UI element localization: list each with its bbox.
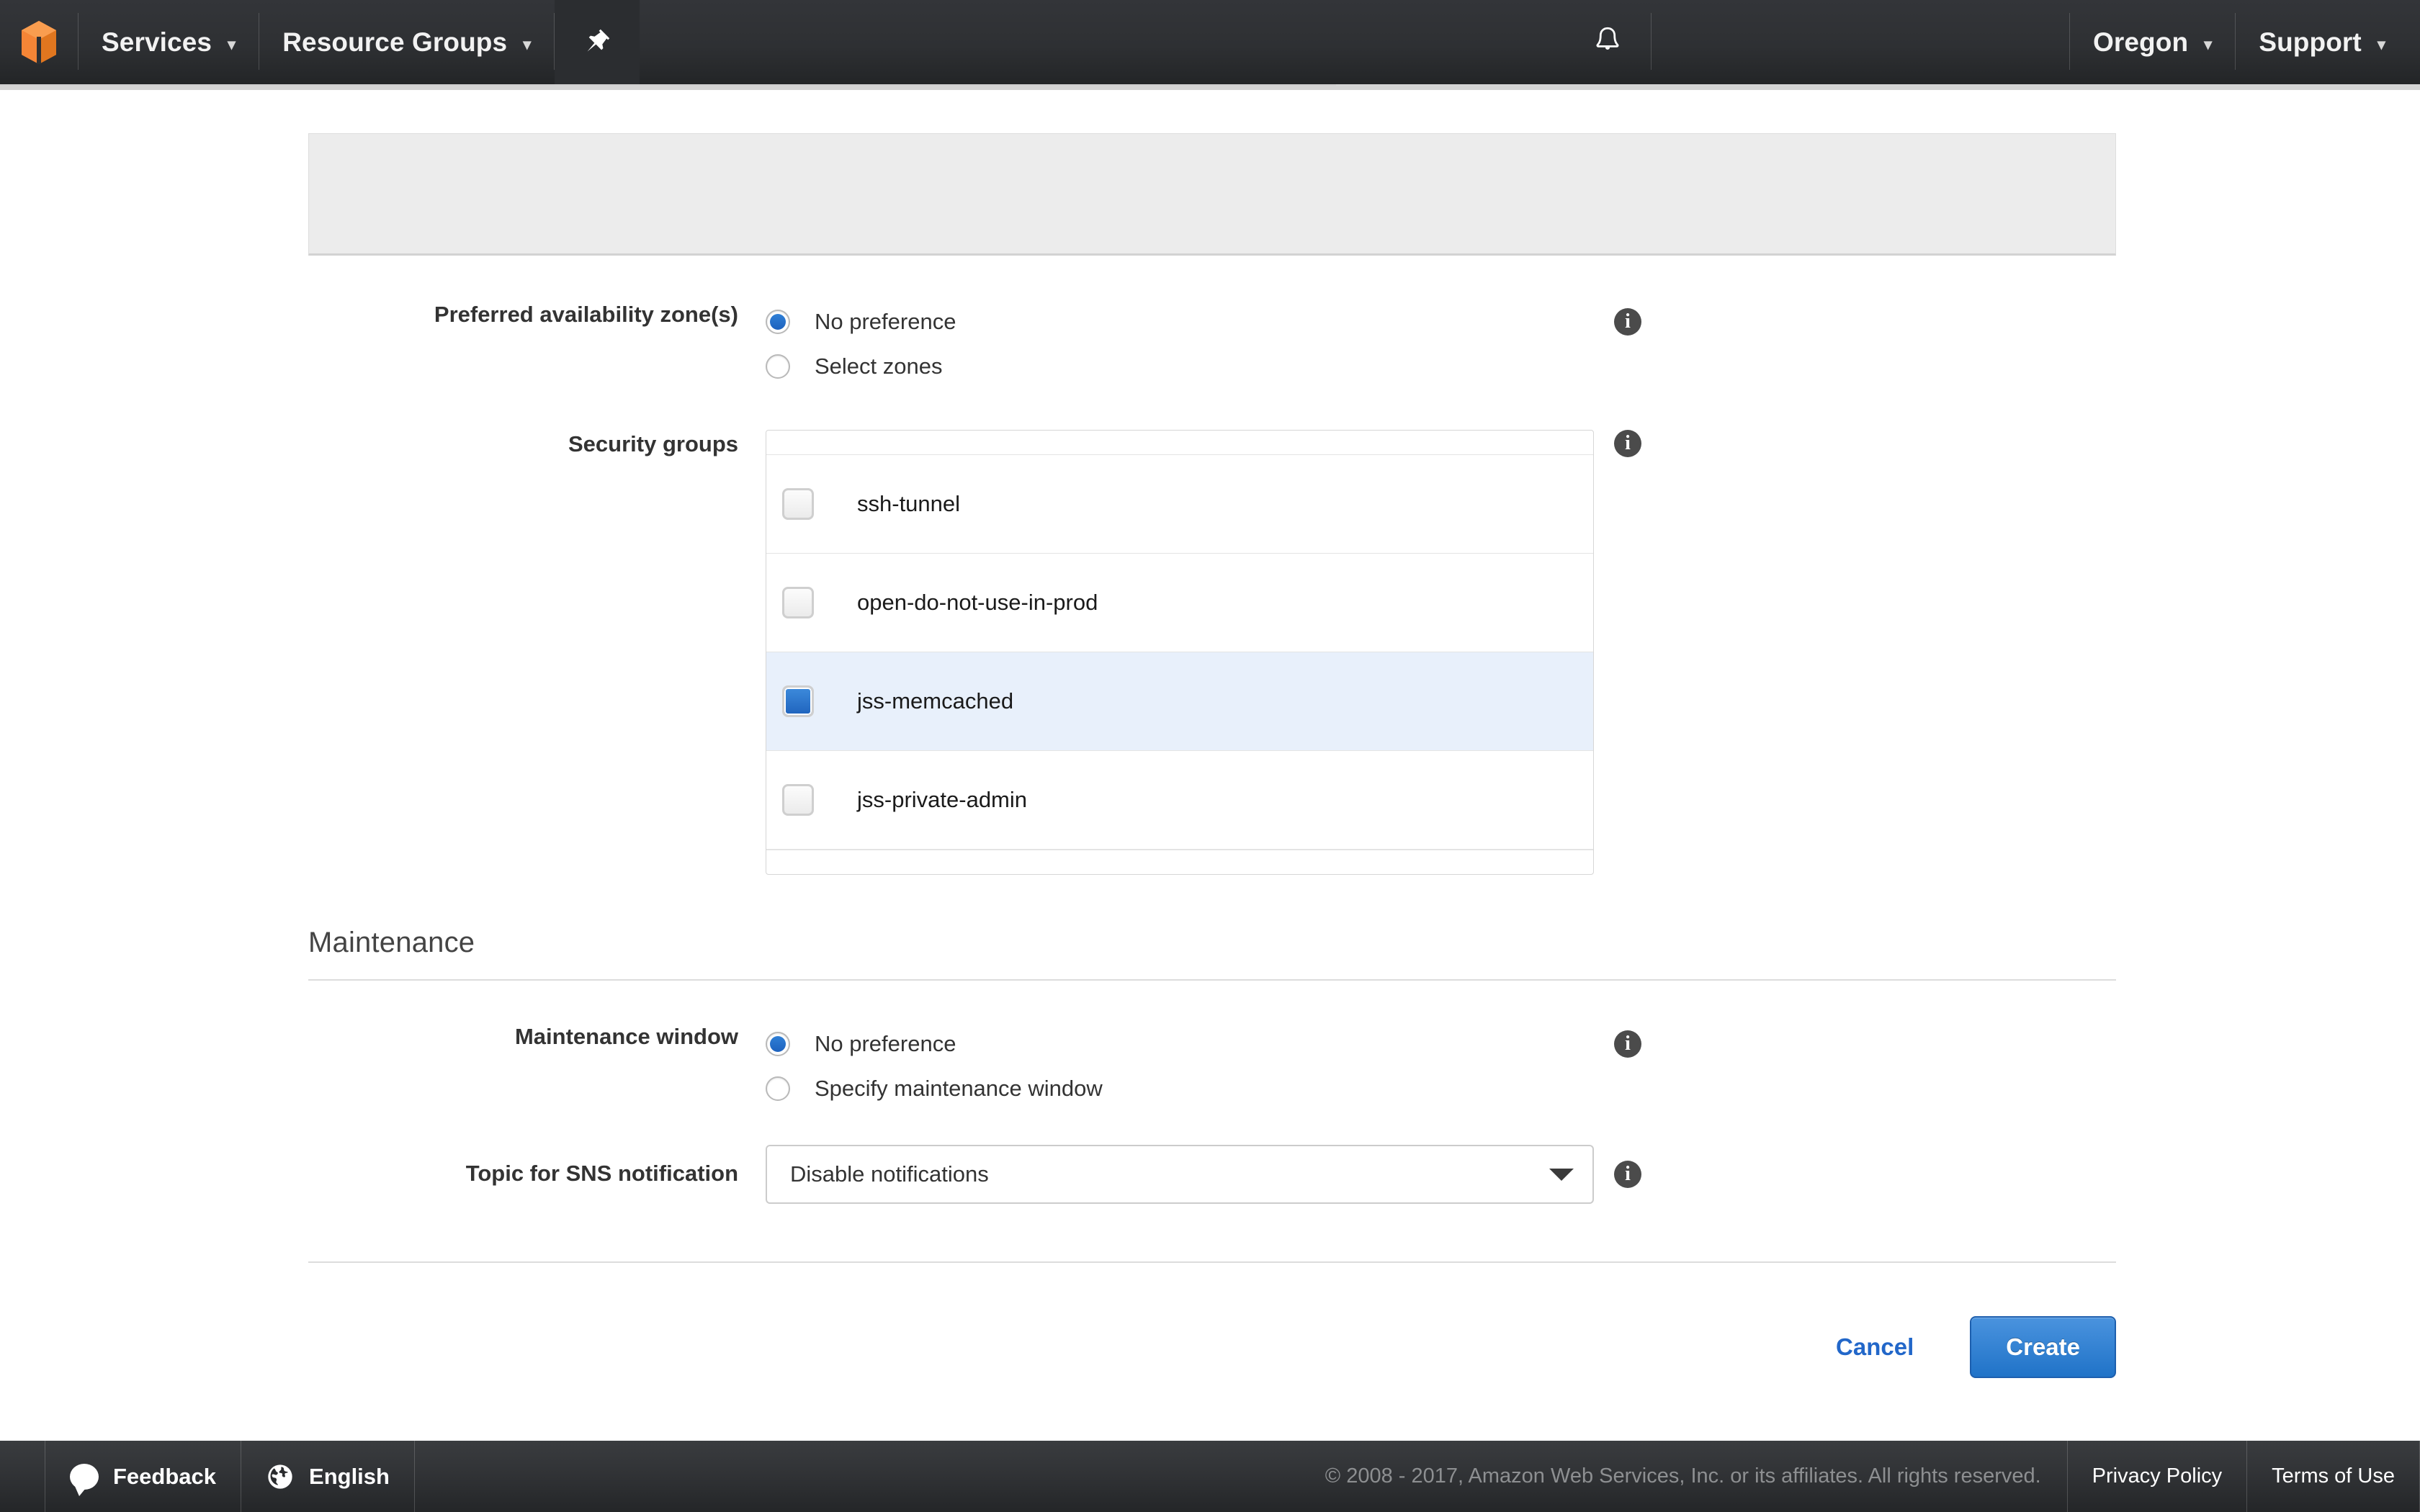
security-group-name: jss-private-admin [857, 787, 1028, 812]
checkbox-ssh-tunnel[interactable] [782, 488, 814, 520]
maintenance-option-specify-window[interactable]: Specify maintenance window [766, 1070, 2116, 1107]
security-groups-field: ssh-tunnel open-do-not-use-in-prod jss-m… [766, 430, 2116, 875]
aws-logo[interactable] [0, 0, 78, 84]
availability-zones-label: Preferred availability zone(s) [434, 302, 738, 327]
checkbox-cell [766, 784, 850, 816]
nav-region-menu[interactable]: Oregon ▾ [2070, 0, 2235, 84]
form-actions: Cancel Create [308, 1316, 2116, 1378]
nav-services-menu[interactable]: Services ▾ [79, 0, 259, 84]
availability-zones-info-icon[interactable]: i [1614, 308, 1641, 336]
security-group-name: open-do-not-use-in-prod [857, 590, 1098, 615]
availability-zones-field: No preference Select zones i [766, 303, 2116, 385]
notifications-button[interactable] [1564, 0, 1651, 84]
table-row[interactable]: open-do-not-use-in-prod [766, 554, 1593, 652]
radio-maintenance-no-preference-label: No preference [815, 1031, 956, 1056]
maintenance-window-field: No preference Specify maintenance window… [766, 1025, 2116, 1107]
globe-icon [268, 1464, 292, 1489]
maintenance-window-row: Maintenance window No preference Specify… [308, 1025, 2116, 1107]
radio-no-preference[interactable] [766, 310, 790, 334]
form-content: Preferred availability zone(s) No prefer… [308, 87, 2116, 1378]
nav-support-label: Support [2259, 27, 2362, 57]
sns-topic-field: Disable notifications i [766, 1145, 2116, 1204]
sns-topic-selected-value: Disable notifications [790, 1161, 989, 1187]
bell-icon [1596, 27, 1619, 50]
pin-shortcuts-button[interactable] [555, 0, 640, 84]
radio-maintenance-no-preference[interactable] [766, 1032, 790, 1056]
availability-zones-row: Preferred availability zone(s) No prefer… [308, 303, 2116, 385]
security-group-name: ssh-tunnel [857, 491, 961, 516]
cancel-button[interactable]: Cancel [1836, 1333, 1914, 1361]
security-groups-label: Security groups [568, 431, 738, 456]
chevron-down-icon: ▾ [2204, 35, 2213, 53]
radio-maintenance-specify-window-label: Specify maintenance window [815, 1076, 1103, 1101]
list-top-padding [766, 431, 1593, 455]
nav-region-label: Oregon [2093, 27, 2189, 57]
aws-cube-icon [22, 20, 56, 64]
maintenance-window-label: Maintenance window [514, 1024, 738, 1049]
copyright-text: © 2008 - 2017, Amazon Web Services, Inc.… [1325, 1464, 2041, 1488]
radio-select-zones[interactable] [766, 354, 790, 379]
maintenance-window-info-icon[interactable]: i [1614, 1030, 1641, 1058]
nav-support-menu[interactable]: Support ▾ [2236, 0, 2420, 84]
pin-icon [587, 29, 610, 51]
chevron-down-icon [1549, 1168, 1574, 1181]
table-row[interactable]: ssh-tunnel [766, 455, 1593, 554]
nav-resource-groups-menu[interactable]: Resource Groups ▾ [259, 0, 554, 84]
security-groups-list[interactable]: ssh-tunnel open-do-not-use-in-prod jss-m… [766, 430, 1594, 875]
security-groups-info-icon[interactable]: i [1614, 430, 1641, 457]
node-settings-panel [308, 133, 2116, 256]
sns-topic-info-icon[interactable]: i [1614, 1161, 1641, 1188]
checkbox-cell [766, 587, 850, 618]
maintenance-option-no-preference[interactable]: No preference [766, 1025, 2116, 1063]
footer-spacer [415, 1441, 1299, 1512]
table-row[interactable]: jss-private-admin [766, 751, 1593, 850]
footer-bar: Feedback English © 2008 - 2017, Amazon W… [0, 1441, 2420, 1512]
maintenance-section-title: Maintenance [308, 927, 475, 958]
terms-of-use-link[interactable]: Terms of Use [2246, 1441, 2420, 1512]
feedback-label: Feedback [113, 1463, 217, 1489]
feedback-button[interactable]: Feedback [45, 1441, 242, 1512]
checkbox-jss-memcached[interactable] [782, 685, 814, 717]
section-divider [308, 979, 2116, 981]
chevron-down-icon: ▾ [523, 35, 532, 53]
list-bottom-padding [766, 850, 1593, 874]
create-button[interactable]: Create [1970, 1316, 2116, 1378]
actions-divider [308, 1261, 2116, 1263]
checkbox-cell [766, 685, 850, 717]
sns-topic-select[interactable]: Disable notifications [766, 1145, 1594, 1204]
chevron-down-icon: ▾ [2377, 35, 2385, 53]
table-row[interactable]: jss-memcached [766, 652, 1593, 751]
radio-maintenance-specify-window[interactable] [766, 1076, 790, 1101]
sns-topic-row: Topic for SNS notification Disable notif… [308, 1145, 2116, 1204]
nav-right-group: Oregon ▾ Support ▾ [2070, 0, 2420, 84]
language-label: English [309, 1463, 390, 1489]
radio-select-zones-label: Select zones [815, 354, 943, 379]
language-button[interactable]: English [241, 1441, 415, 1512]
sns-topic-label: Topic for SNS notification [465, 1161, 738, 1186]
security-groups-row: Security groups ssh-tunnel open-do-not-u… [308, 430, 2116, 875]
security-group-name: jss-memcached [857, 688, 1014, 714]
checkbox-jss-private-admin[interactable] [782, 784, 814, 816]
chevron-down-icon: ▾ [228, 35, 236, 53]
checkbox-open-do-not-use-in-prod[interactable] [782, 587, 814, 618]
speech-bubble-icon [70, 1463, 99, 1496]
maintenance-section: Maintenance [308, 927, 2116, 981]
checkbox-cell [766, 488, 850, 520]
availability-option-select-zones[interactable]: Select zones [766, 348, 2116, 385]
availability-option-no-preference[interactable]: No preference [766, 303, 2116, 341]
privacy-policy-link[interactable]: Privacy Policy [2066, 1441, 2247, 1512]
nav-resource-groups-label: Resource Groups [282, 27, 508, 57]
page-body: Preferred availability zone(s) No prefer… [0, 87, 2420, 1441]
radio-no-preference-label: No preference [815, 309, 956, 334]
nav-left-group: Services ▾ Resource Groups ▾ [0, 0, 640, 84]
top-navigation-bar: Services ▾ Resource Groups ▾ Oregon ▾ Su… [0, 0, 2420, 84]
nav-services-label: Services [102, 27, 212, 57]
